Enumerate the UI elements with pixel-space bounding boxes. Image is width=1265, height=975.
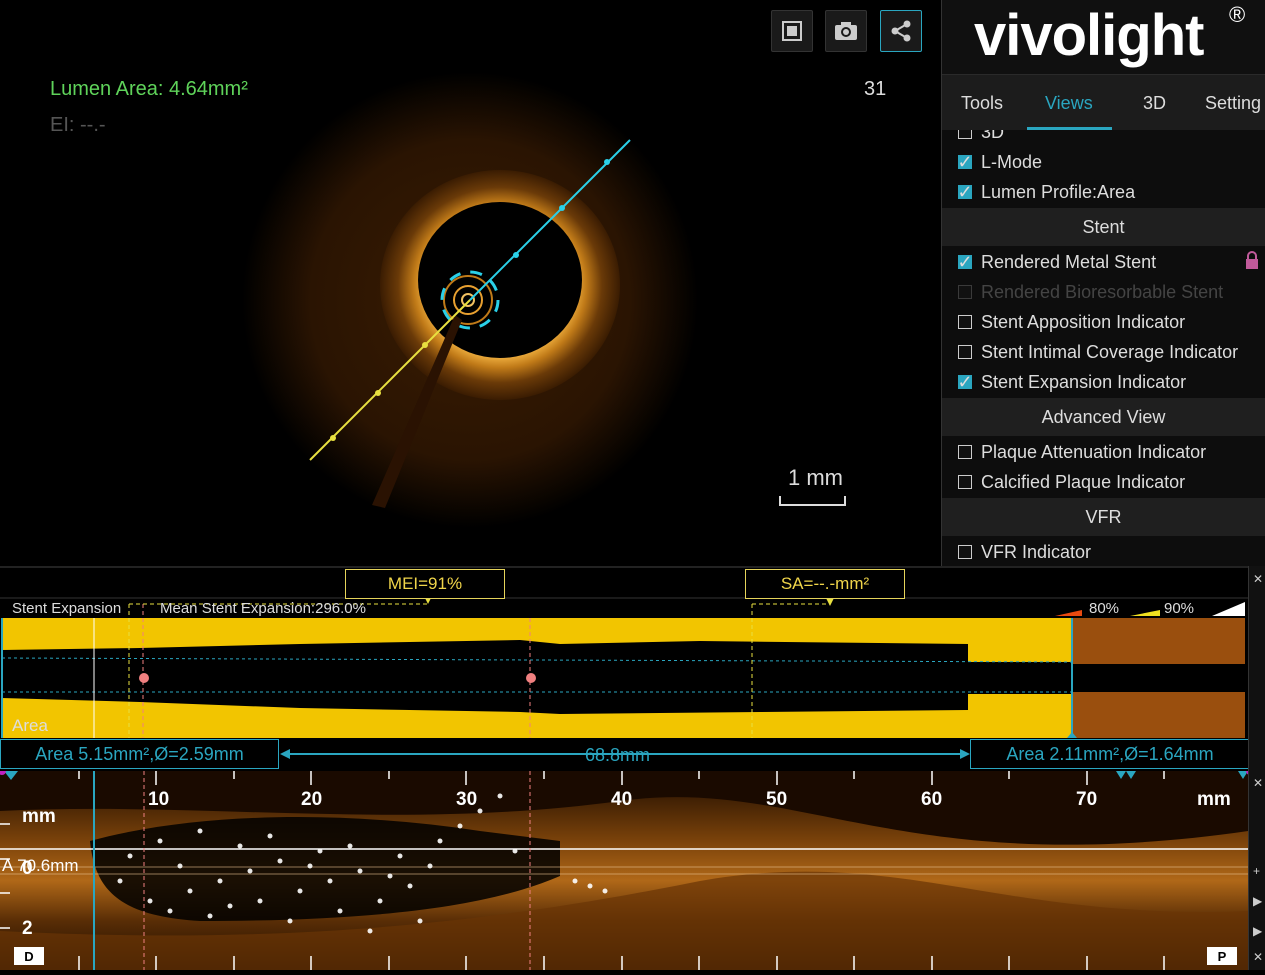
option-label: Lumen Profile:Area [981, 181, 1136, 202]
mean-stent-expansion-label: Mean Stent Expansion:296.0% [160, 600, 366, 617]
play-icon[interactable]: ▶ [1253, 894, 1262, 908]
option-stent-apposition-indicator[interactable]: Stent Apposition Indicator [958, 307, 1185, 337]
lumen-area-readout: Lumen Area: 4.64mm² [50, 78, 248, 100]
axis-tick-label: 20 [301, 789, 323, 810]
sa-indicator[interactable]: SA=--.-mm² [745, 569, 905, 599]
tab-views[interactable]: Views [1045, 93, 1093, 114]
option-vfr-indicator[interactable]: VFR Indicator [958, 537, 1091, 566]
right-edge-controls: ✕ ✕ + ▶ ▶ ✕ [1248, 566, 1265, 970]
option-lumen-profile-area[interactable]: ✓ Lumen Profile:Area [957, 177, 1136, 207]
axis-tick-label: 60 [921, 789, 943, 810]
area-label: Area [12, 716, 48, 735]
checkbox-checked-icon[interactable]: ✓ [957, 152, 972, 172]
option-stent-intimal-coverage-indicator[interactable]: Stent Intimal Coverage Indicator [958, 337, 1238, 367]
share-button[interactable] [880, 10, 922, 52]
option-label: 3D [981, 130, 1005, 142]
option-label: Calcified Plaque Indicator [981, 471, 1186, 492]
ei-readout: EI: --.- [50, 114, 106, 136]
views-options-list[interactable]: 3D ✓ L-Mode ✓ Lumen Profile:Area Stent ✓ Re… [942, 130, 1265, 566]
axis-unit-left: mm [22, 806, 56, 827]
option-l-mode[interactable]: ✓ L-Mode [957, 147, 1043, 177]
screenshot-button[interactable] [825, 10, 867, 52]
proximal-reference-measure[interactable]: Area 2.11mm²,Ø=1.64mm [970, 739, 1250, 769]
option-label: Stent Apposition Indicator [981, 311, 1186, 332]
checkbox-icon [958, 285, 972, 299]
share-icon [891, 20, 911, 42]
axis-tick-label: 30 [456, 789, 478, 810]
close-icon[interactable]: ✕ [1253, 776, 1263, 790]
option-label: Plaque Attenuation Indicator [981, 441, 1207, 462]
tab-setting[interactable]: Setting [1205, 93, 1261, 114]
section-header-vfr: VFR [942, 498, 1265, 536]
checkbox-icon[interactable] [958, 315, 972, 329]
tab-tools[interactable]: Tools [961, 93, 1003, 114]
checkbox-checked-icon[interactable]: ✓ [957, 182, 972, 202]
option-3d[interactable]: 3D [958, 130, 1004, 147]
axis-unit-right: mm [1197, 789, 1231, 810]
option-label: VFR Indicator [981, 541, 1092, 562]
plus-icon[interactable]: + [1253, 864, 1260, 878]
depth-tick-2: 2 [22, 918, 33, 939]
section-header-advanced-view: Advanced View [942, 398, 1265, 436]
option-calcified-plaque-indicator[interactable]: Calcified Plaque Indicator [958, 467, 1185, 497]
option-label: L-Mode [981, 151, 1043, 172]
tab-3d[interactable]: 3D [1143, 93, 1166, 114]
option-label: Rendered Metal Stent [981, 251, 1157, 272]
axis-tick-label: 10 [148, 789, 170, 810]
play-icon[interactable]: ▶ [1253, 924, 1262, 938]
axis-tick-label: 40 [611, 789, 633, 810]
proximal-marker: P [1207, 947, 1237, 965]
section-header-stent: Stent [942, 208, 1265, 246]
mei-indicator[interactable]: MEI=91% [345, 569, 505, 599]
option-rendered-metal-stent[interactable]: ✓ Rendered Metal Stent [957, 247, 1157, 277]
option-stent-expansion-indicator[interactable]: ✓ Stent Expansion Indicator [957, 367, 1187, 397]
option-label: Stent Expansion Indicator [981, 371, 1187, 392]
distal-reference-measure[interactable]: Area 5.15mm²,Ø=2.59mm [0, 739, 279, 769]
checkbox-checked-icon[interactable]: ✓ [957, 252, 972, 272]
lock-icon [1246, 251, 1258, 269]
checkbox-icon[interactable] [958, 345, 972, 359]
legend-80-label: 80% [1089, 600, 1120, 617]
fullscreen-button[interactable] [771, 10, 813, 52]
option-label: Rendered Bioresorbable Stent [981, 281, 1224, 302]
checkbox-icon[interactable] [958, 475, 972, 489]
registered-mark: ® [1229, 2, 1246, 27]
option-label: Stent Intimal Coverage Indicator [981, 341, 1239, 362]
panel-tabs: Tools Views 3D Setting [942, 74, 1265, 131]
distal-marker: D [14, 947, 44, 965]
frame-number: 31 [864, 78, 887, 100]
fullscreen-icon [782, 21, 802, 41]
close-icon[interactable]: ✕ [1253, 572, 1263, 586]
axis-tick-label: 50 [766, 789, 788, 810]
axis-tick-label: 70 [1076, 789, 1098, 810]
option-rendered-bioresorbable-stent: Rendered Bioresorbable Stent [958, 277, 1223, 307]
checkbox-icon[interactable] [958, 545, 972, 559]
brand-logo: vivolight [974, 3, 1204, 68]
legend-90-label: 90% [1164, 600, 1195, 617]
close-icon[interactable]: ✕ [1253, 950, 1263, 964]
checkbox-icon[interactable] [958, 445, 972, 459]
checkbox-icon[interactable] [958, 130, 972, 139]
scale-bar-label: 1 mm [788, 465, 843, 490]
stent-expansion-label: Stent Expansion [12, 600, 122, 617]
option-plaque-attenuation-indicator[interactable]: Plaque Attenuation Indicator [958, 437, 1206, 467]
checkbox-checked-icon[interactable]: ✓ [957, 372, 972, 392]
camera-icon [835, 22, 857, 40]
l-mode-measure-label: A 70.6mm [2, 856, 79, 875]
stent-length-measure: 68.8mm [585, 745, 651, 765]
